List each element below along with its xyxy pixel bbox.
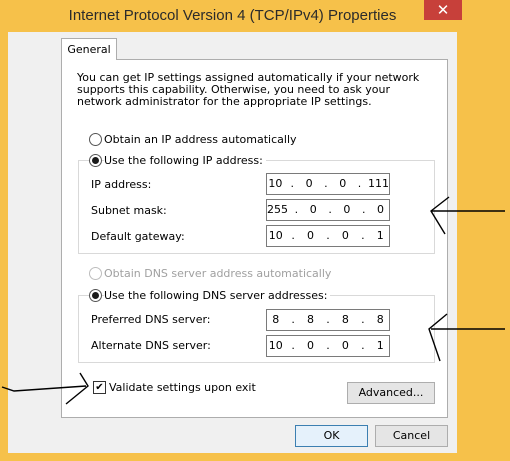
arrow-pointing-subnet	[430, 196, 505, 235]
tab-general[interactable]: General	[61, 38, 117, 60]
annotation-arrows	[1, 196, 505, 405]
arrow-pointing-validate	[1, 372, 89, 405]
arrow-pointing-preferred-dns	[428, 313, 505, 362]
